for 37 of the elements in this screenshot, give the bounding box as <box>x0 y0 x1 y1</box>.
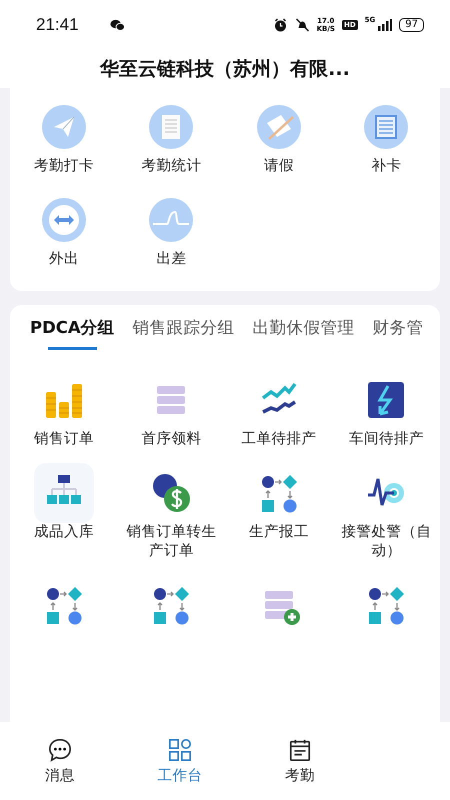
app-shortcut[interactable]: 外出 <box>48 250 79 269</box>
paper-pencil-icon <box>256 105 301 149</box>
app-shortcut[interactable]: 出差 <box>156 250 186 269</box>
company-title: 华至云链科技（苏州）有限... <box>100 57 350 82</box>
chat-icon <box>48 738 72 762</box>
nav-tab[interactable]: 考勤 <box>240 738 360 784</box>
nav-tab[interactable]: 消息 <box>0 738 120 784</box>
app-shortcut[interactable]: 车间待排产 <box>348 430 424 449</box>
app-shortcut[interactable]: 工单待排产 <box>241 430 316 449</box>
document-icon <box>149 105 194 149</box>
wave-icon <box>149 198 194 242</box>
app-shortcut[interactable]: 销售订单转生产订单 <box>119 523 224 561</box>
calendar-icon <box>288 738 312 762</box>
signal-icon <box>378 19 392 31</box>
app-shortcut[interactable]: 接警处警（自动） <box>334 523 438 561</box>
app-shortcut[interactable]: 首序领料 <box>141 430 202 449</box>
app-shortcut[interactable]: 请假 <box>264 157 294 176</box>
note-icon <box>364 105 408 149</box>
app-shortcut[interactable]: 考勤打卡 <box>34 157 94 176</box>
app-shortcut[interactable]: 成品入库 <box>34 523 94 542</box>
app-shortcut[interactable]: 补卡 <box>371 157 402 176</box>
group-tab[interactable]: 销售跟踪分组 <box>132 317 235 350</box>
alarm-icon <box>272 18 288 32</box>
group-tab[interactable]: PDCA分组 <box>30 317 115 350</box>
paper-plane-icon <box>42 105 86 149</box>
group-tab[interactable]: 财务管 <box>372 317 424 350</box>
chat-bubbles-icon <box>110 18 125 32</box>
battery-level: 97 <box>399 18 424 32</box>
app-shortcut[interactable]: 考勤统计 <box>141 157 202 176</box>
app-shortcut[interactable]: 生产报工 <box>248 523 309 542</box>
group-tab[interactable]: 出勤休假管理 <box>252 317 355 350</box>
mute-bell-icon <box>294 18 310 32</box>
status-time: 21:41 <box>36 15 79 35</box>
org-chart-icon <box>34 463 94 523</box>
nav-tab[interactable]: 工作台 <box>120 738 240 784</box>
app-shortcut[interactable]: 销售订单 <box>34 430 94 449</box>
grid-icon <box>168 738 192 762</box>
